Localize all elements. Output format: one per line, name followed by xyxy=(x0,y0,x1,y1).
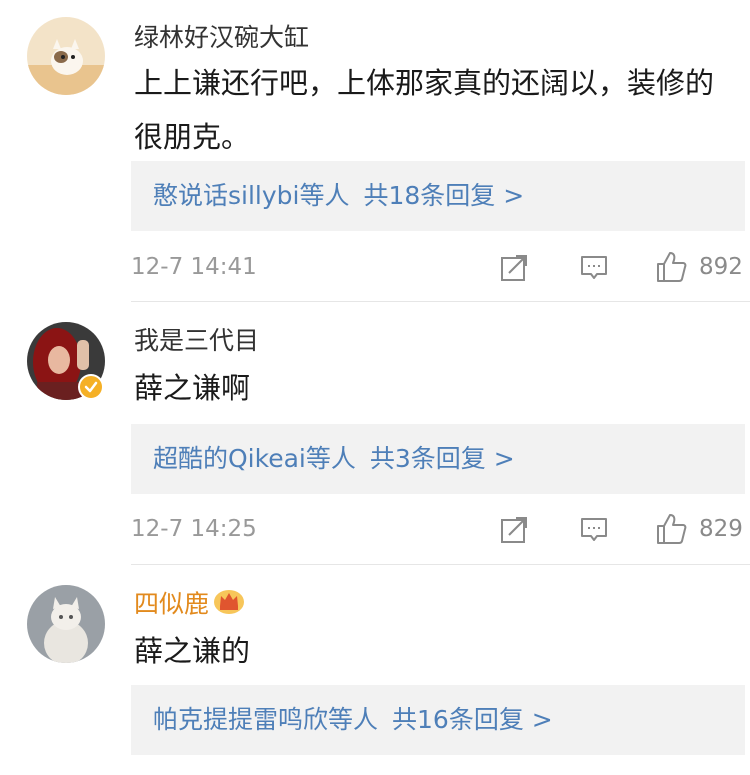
reply-total: 共16条回复 > xyxy=(392,705,553,734)
username-text: 四似鹿 xyxy=(134,589,210,619)
verified-badge-icon xyxy=(78,374,104,400)
timestamp: 12-7 14:41 xyxy=(131,254,257,280)
comment-item: 我是三代目 薛之谦啊 超酷的Qikeai等人 共3条回复 > 12-7 14:25 xyxy=(0,302,750,565)
reply-preview[interactable]: 帕克提提雷鸣欣等人 共16条回复 > xyxy=(131,685,745,755)
timestamp: 12-7 14:25 xyxy=(131,516,257,542)
comment-text: 薛之谦的 xyxy=(134,634,251,668)
white-cat-avatar-icon xyxy=(27,585,105,663)
reply-users: 帕克提提雷鸣欣等人 xyxy=(153,705,379,734)
comment-text: 薛之谦啊 xyxy=(134,371,251,405)
reply-users: 超酷的Qikeai等人 xyxy=(153,444,356,473)
reply-summary[interactable]: 超酷的Qikeai等人 共3条回复 > xyxy=(153,440,515,478)
like-icon[interactable] xyxy=(655,247,689,287)
reply-summary[interactable]: 帕克提提雷鸣欣等人 共16条回复 > xyxy=(153,701,553,739)
like-count: 892 xyxy=(699,254,743,280)
avatar[interactable] xyxy=(27,17,105,95)
reply-total: 共3条回复 > xyxy=(369,444,515,473)
reply-total: 共18条回复 > xyxy=(363,181,525,210)
like-icon[interactable] xyxy=(655,509,689,549)
username[interactable]: 我是三代目 xyxy=(134,324,259,358)
comment-icon[interactable] xyxy=(579,247,609,287)
comment-item: 绿林好汉碗大缸 上上谦还行吧，上体那家真的还阔以，装修的很朋克。 憨说话sill… xyxy=(0,0,750,302)
crown-icon xyxy=(213,587,245,624)
comment-meta: 12-7 14:41 892 xyxy=(131,247,745,287)
share-icon[interactable] xyxy=(499,247,529,287)
share-icon[interactable] xyxy=(499,509,529,549)
reply-preview[interactable]: 超酷的Qikeai等人 共3条回复 > xyxy=(131,424,745,494)
avatar[interactable] xyxy=(27,585,105,663)
comment-icon[interactable] xyxy=(579,509,609,549)
comment-meta: 12-7 14:25 829 xyxy=(131,509,745,549)
reply-preview[interactable]: 憨说话sillybi等人 共18条回复 > xyxy=(131,161,745,231)
like-count: 829 xyxy=(699,516,743,542)
comment-item: 四似鹿 薛之谦的 帕克提提雷鸣欣等人 共16条回复 > xyxy=(0,565,750,775)
username[interactable]: 四似鹿 xyxy=(134,587,245,624)
cat-avatar-icon xyxy=(27,17,105,95)
username[interactable]: 绿林好汉碗大缸 xyxy=(134,21,309,55)
reply-users: 憨说话sillybi等人 xyxy=(153,181,350,210)
comment-text: 上上谦还行吧，上体那家真的还阔以，装修的很朋克。 xyxy=(134,66,715,154)
reply-summary[interactable]: 憨说话sillybi等人 共18条回复 > xyxy=(153,177,524,215)
